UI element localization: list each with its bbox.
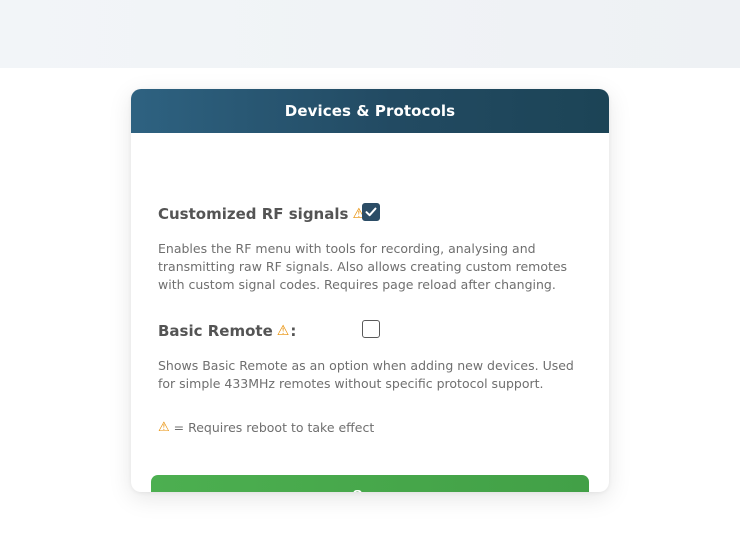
- warning-triangle-icon: ⚠: [276, 323, 290, 339]
- setting-label-colon: :: [290, 322, 297, 340]
- setting-label-text: Basic Remote: [158, 322, 273, 340]
- top-background-band: [0, 0, 740, 68]
- checkmark-icon: [365, 207, 377, 217]
- card-header: Devices & Protocols: [131, 89, 609, 133]
- setting-label-rf-signals: Customized RF signals ⚠ :: [158, 205, 372, 223]
- rf-signals-checkbox[interactable]: [362, 203, 380, 221]
- setting-label-basic-remote: Basic Remote ⚠ :: [158, 322, 296, 340]
- settings-card: Devices & Protocols Customized RF signal…: [131, 89, 609, 492]
- reboot-legend-text: = Requires reboot to take effect: [173, 420, 375, 435]
- basic-remote-description: Shows Basic Remote as an option when add…: [158, 358, 574, 391]
- rf-signals-description: Enables the RF menu with tools for recor…: [158, 241, 568, 292]
- setting-label-text: Customized RF signals: [158, 205, 349, 223]
- save-button[interactable]: Save: [151, 475, 589, 492]
- card-title: Devices & Protocols: [284, 102, 456, 120]
- reboot-legend: ⚠ = Requires reboot to take effect: [158, 420, 374, 435]
- warning-triangle-icon: ⚠: [158, 420, 170, 435]
- basic-remote-checkbox[interactable]: [362, 320, 380, 338]
